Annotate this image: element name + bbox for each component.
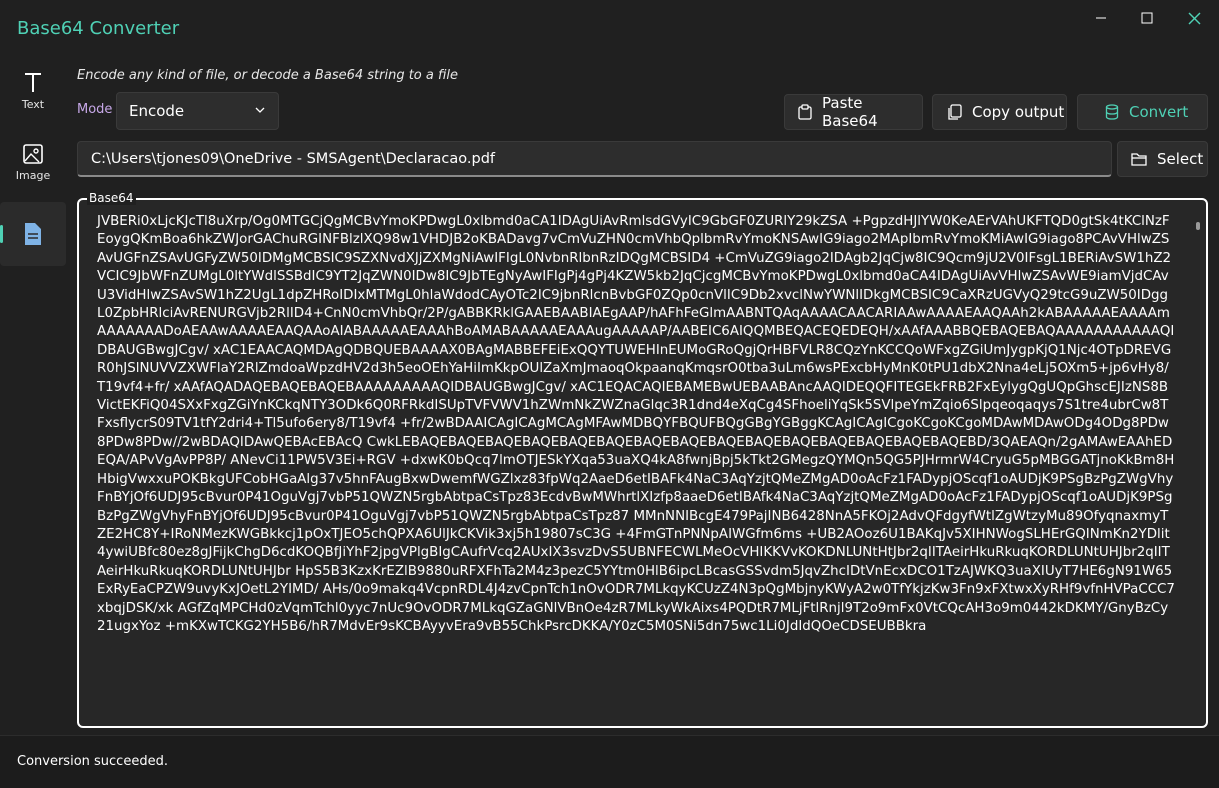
select-file-button[interactable]: Select (1117, 141, 1208, 177)
base64-output-box[interactable]: JVBERi0xLjcKJcTl8uXrp/Og0MTGCjQgMCBvYmoK… (77, 198, 1208, 728)
chevron-down-icon (255, 107, 265, 113)
text-icon (25, 73, 41, 92)
mode-label: Mode (77, 102, 113, 117)
vertical-scrollbar[interactable] (1196, 222, 1200, 230)
nav-selection-indicator (0, 225, 3, 243)
paste-base64-button[interactable]: Paste Base64 (784, 94, 923, 130)
paste-base64-label: Paste Base64 (822, 94, 878, 130)
close-icon (1188, 12, 1200, 24)
copy-output-button[interactable]: Copy output (932, 94, 1067, 130)
base64-output-text: JVBERi0xLjcKJcTl8uXrp/Og0MTGCjQgMCBvYmoK… (97, 214, 1175, 634)
folder-icon (1131, 152, 1147, 166)
maximize-button[interactable] (1124, 6, 1170, 30)
minimize-icon (1096, 17, 1106, 19)
convert-button[interactable]: Convert (1077, 94, 1208, 130)
paste-icon (798, 104, 812, 120)
status-message: Conversion succeeded. (17, 754, 168, 769)
close-button[interactable] (1171, 6, 1217, 30)
copy-icon (948, 104, 962, 120)
select-file-label: Select (1157, 150, 1204, 168)
maximize-icon (1141, 12, 1153, 24)
file-path-value: C:\Users\tjones09\OneDrive - SMSAgent\De… (91, 150, 496, 167)
nav-item-text[interactable]: Text (0, 72, 66, 122)
convert-icon (1105, 104, 1119, 120)
title-bar: Base64 Converter (0, 0, 1219, 60)
page-description: Encode any kind of file, or decode a Bas… (77, 68, 458, 83)
copy-output-label: Copy output (972, 103, 1065, 121)
convert-label: Convert (1129, 103, 1189, 121)
minimize-button[interactable] (1078, 6, 1124, 30)
status-bar: Conversion succeeded. (0, 735, 1219, 788)
mode-dropdown[interactable]: Encode (116, 92, 279, 130)
image-icon (23, 144, 43, 164)
file-icon (25, 223, 41, 245)
nav-item-image-label: Image (15, 169, 51, 182)
mode-selected-value: Encode (129, 102, 185, 120)
app-title: Base64 Converter (17, 18, 180, 39)
nav-item-file[interactable] (0, 202, 66, 266)
nav-item-image[interactable]: Image (0, 143, 66, 193)
base64-label: Base64 (87, 191, 136, 205)
nav-item-text-label: Text (21, 98, 45, 111)
file-path-input[interactable]: C:\Users\tjones09\OneDrive - SMSAgent\De… (77, 141, 1112, 177)
